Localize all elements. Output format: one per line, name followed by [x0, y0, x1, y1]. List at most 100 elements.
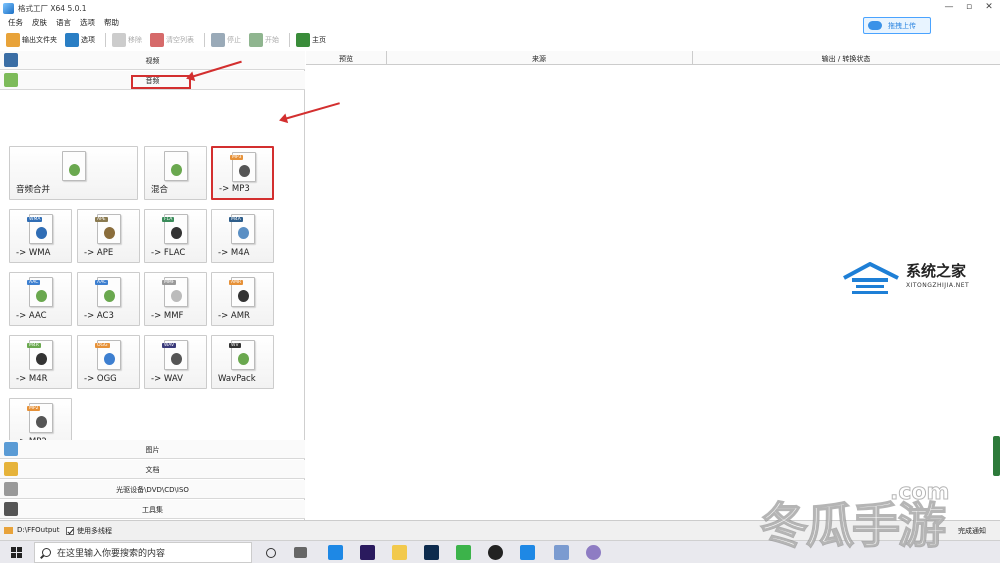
- format-tile-label: -> AC3: [84, 311, 114, 321]
- format-tile[interactable]: OGG -> OGG: [77, 335, 140, 389]
- search-placeholder: 在这里输入你要搜索的内容: [57, 549, 166, 559]
- format-tile[interactable]: APE -> APE: [77, 209, 140, 263]
- audio-file-icon: WV: [229, 340, 255, 370]
- column-preview[interactable]: 预览: [306, 54, 386, 64]
- audio-file-icon: [164, 151, 188, 181]
- format-tag: WAV: [162, 343, 177, 348]
- menu-help[interactable]: 帮助: [104, 17, 119, 28]
- house-logo-icon: [843, 262, 899, 294]
- music-note-icon: [171, 353, 182, 365]
- audio-format-grid: 音频合并 混合 MP3 -> MP3 WMA -> WMA APE -> APE FLA -> F…: [4, 144, 302, 491]
- format-tag: FLA: [162, 217, 175, 222]
- cloud-app-icon[interactable]: [586, 545, 601, 560]
- format-factory-taskbar-icon[interactable]: [554, 545, 569, 560]
- toolbar-remove-button[interactable]: 移除: [112, 33, 142, 47]
- toolbar-folder-button[interactable]: 输出文件夹: [6, 33, 57, 47]
- output-folder-status[interactable]: D:\FFOutput: [4, 526, 59, 534]
- category-document[interactable]: 文档: [0, 460, 305, 479]
- qq-icon[interactable]: [488, 545, 503, 560]
- category-label: 工具集: [142, 506, 163, 514]
- category-label: 文档: [145, 466, 160, 474]
- category-film[interactable]: 视频: [0, 51, 305, 70]
- edge-browser-icon[interactable]: [328, 545, 343, 560]
- toolbar-start-button[interactable]: 开始: [249, 33, 279, 47]
- premiere-icon[interactable]: [360, 545, 375, 560]
- site-name: 系统之家: [906, 262, 967, 280]
- file-explorer-icon[interactable]: [392, 545, 407, 560]
- photoshop-icon[interactable]: [424, 545, 439, 560]
- format-tile[interactable]: 音频合并: [9, 146, 138, 200]
- toolbar-clear-list-button[interactable]: 清空列表: [150, 33, 194, 47]
- format-tile[interactable]: AAC -> AC3: [77, 272, 140, 326]
- audio-file-icon: WAV: [162, 340, 188, 370]
- scrollbar-handle[interactable]: [993, 436, 1000, 476]
- column-source[interactable]: 来源: [386, 54, 692, 64]
- format-tile-label: -> AAC: [16, 311, 47, 321]
- cloud-upload-icon: [868, 21, 882, 30]
- format-tile[interactable]: WMA -> WMA: [9, 209, 72, 263]
- cortana-icon[interactable]: [266, 548, 276, 558]
- music-note-icon: [239, 165, 250, 177]
- audio-file-icon: AAC: [27, 277, 53, 307]
- task-table-header: 预览 来源 输出 / 转换状态: [306, 51, 1000, 65]
- menu-language[interactable]: 语言: [56, 17, 71, 28]
- format-tile-label: -> M4R: [16, 374, 48, 384]
- multithread-option[interactable]: 使用多线程: [66, 526, 112, 536]
- site-watermark: 系统之家 XITONGZHIJIA.NET: [842, 260, 992, 300]
- annotation-box-audio: [131, 75, 191, 89]
- format-tile-label: -> WMA: [16, 248, 51, 258]
- format-tile[interactable]: WV WavPack: [211, 335, 274, 389]
- home-icon: [296, 33, 310, 47]
- clear-list-icon: [150, 33, 164, 47]
- category-label: 图片: [145, 446, 160, 454]
- format-tag: AAC: [27, 280, 41, 285]
- music-note-icon: [171, 227, 182, 239]
- audio-file-icon: AAC: [95, 277, 121, 307]
- category-picture[interactable]: 图片: [0, 440, 305, 459]
- menu-task[interactable]: 任务: [8, 17, 23, 28]
- multithread-checkbox[interactable]: [66, 527, 74, 535]
- format-tile[interactable]: FLA -> FLAC: [144, 209, 207, 263]
- column-output-status[interactable]: 输出 / 转换状态: [692, 54, 1000, 64]
- format-tile[interactable]: M4A -> M4A: [211, 209, 274, 263]
- format-tile[interactable]: AMR -> AMR: [211, 272, 274, 326]
- wechat-icon[interactable]: [456, 545, 471, 560]
- format-tile[interactable]: 混合: [144, 146, 207, 200]
- toolbar-stop-button[interactable]: 停止: [211, 33, 241, 47]
- maximize-button[interactable]: ▫: [962, 2, 976, 12]
- title-bar: 格式工厂 X64 5.0.1: [0, 0, 1000, 16]
- toolbar-options-button[interactable]: 选项: [65, 33, 95, 47]
- category-toolbox[interactable]: 工具集: [0, 500, 305, 519]
- start-icon: [249, 33, 263, 47]
- audio-file-icon: MP3: [230, 152, 256, 182]
- music-note-icon: [36, 290, 47, 302]
- tablet-app-icon[interactable]: [520, 545, 535, 560]
- toolbar-label: 输出文件夹: [22, 36, 57, 44]
- close-button[interactable]: ✕: [982, 2, 996, 12]
- format-tile[interactable]: AAC -> AAC: [9, 272, 72, 326]
- toolbar-home-button[interactable]: 主页: [296, 33, 326, 47]
- format-tile[interactable]: WAV -> WAV: [144, 335, 207, 389]
- music-note-icon: [171, 164, 182, 176]
- menu-options[interactable]: 选项: [80, 17, 95, 28]
- drag-upload-button[interactable]: 拖拽上传: [863, 17, 931, 34]
- audio-file-icon: OGG: [95, 340, 121, 370]
- format-tile[interactable]: M4R -> M4R: [9, 335, 72, 389]
- folder-icon: [6, 33, 20, 47]
- site-url: XITONGZHIJIA.NET: [906, 282, 970, 289]
- format-tile[interactable]: MP3 -> MP3: [211, 146, 274, 200]
- category-disc[interactable]: 光驱设备\DVD\CD\ISO: [0, 480, 305, 499]
- minimize-button[interactable]: —: [942, 2, 956, 12]
- menu-skin[interactable]: 皮肤: [32, 17, 47, 28]
- options-icon: [65, 33, 79, 47]
- format-tag: MP3: [230, 155, 244, 160]
- audio-file-icon: APE: [95, 214, 121, 244]
- category-panel: 音频合并 混合 MP3 -> MP3 WMA -> WMA APE -> APE FLA -> F…: [0, 51, 305, 520]
- format-tile[interactable]: MMF -> MMF: [144, 272, 207, 326]
- start-button-icon[interactable]: [11, 547, 22, 558]
- remove-icon: [112, 33, 126, 47]
- taskbar-search[interactable]: 在这里输入你要搜索的内容: [34, 542, 252, 563]
- format-tag: APE: [95, 217, 108, 222]
- task-view-icon[interactable]: [294, 547, 307, 558]
- search-icon: [42, 548, 51, 557]
